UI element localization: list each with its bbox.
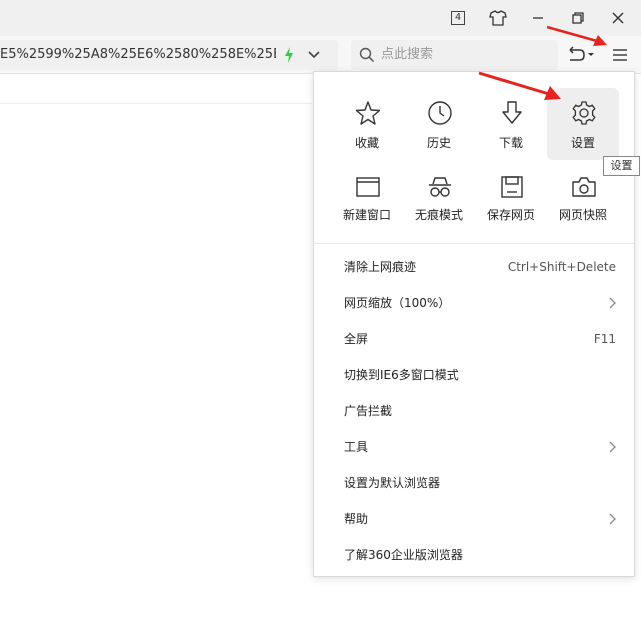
new-window-icon bbox=[356, 177, 380, 197]
menu-item-label: 设置为默认浏览器 bbox=[344, 476, 441, 490]
menu-favorites[interactable]: 收藏 bbox=[331, 88, 403, 160]
menu-item-zoom[interactable]: 网页缩放（100%） bbox=[314, 285, 634, 321]
undo-close-tab-button[interactable] bbox=[562, 42, 598, 68]
content-divider bbox=[0, 103, 312, 104]
close-button[interactable] bbox=[598, 0, 638, 36]
menu-item-label: 清除上网痕迹 bbox=[344, 260, 417, 274]
menu-item-label: 广告拦截 bbox=[344, 404, 393, 418]
star-icon bbox=[355, 101, 381, 125]
menu-item-set-default[interactable]: 设置为默认浏览器 bbox=[314, 465, 634, 501]
menu-divider bbox=[314, 243, 634, 244]
menu-item-label: 全屏 bbox=[344, 332, 369, 346]
chevron-right-icon bbox=[609, 441, 616, 453]
menu-item-ie6-mode[interactable]: 切换到IE6多窗口模式 bbox=[314, 357, 634, 393]
main-menu-panel: 收藏 历史 下载 设置 新建窗口 无痕模式 保存网页 网页快照 清除上网痕迹 C… bbox=[313, 71, 635, 577]
menu-favorites-label: 收藏 bbox=[354, 136, 379, 150]
menu-item-ad-block[interactable]: 广告拦截 bbox=[314, 393, 634, 429]
undo-icon bbox=[569, 46, 594, 61]
chevron-down-icon[interactable] bbox=[305, 47, 323, 63]
clock-icon bbox=[428, 101, 452, 125]
menu-item-about[interactable]: 了解360企业版浏览器 bbox=[314, 537, 634, 573]
menu-item-clear-history[interactable]: 清除上网痕迹 Ctrl+Shift+Delete bbox=[314, 249, 634, 285]
address-bar[interactable]: E5%2599%25A8%25E6%2580%258E%25E bbox=[0, 40, 338, 70]
settings-tooltip: 设置 bbox=[603, 156, 640, 176]
menu-history-label: 历史 bbox=[426, 136, 451, 150]
close-icon bbox=[612, 12, 624, 24]
menu-item-tools[interactable]: 工具 bbox=[314, 429, 634, 465]
menu-history[interactable]: 历史 bbox=[403, 88, 475, 160]
hamburger-icon bbox=[613, 49, 627, 61]
menu-download-label: 下载 bbox=[498, 136, 523, 150]
minimize-icon bbox=[533, 17, 543, 19]
address-text[interactable]: E5%2599%25A8%25E6%2580%258E%25E bbox=[0, 40, 276, 70]
menu-new-window-label: 新建窗口 bbox=[342, 208, 391, 222]
menu-save-page-label: 保存网页 bbox=[486, 208, 535, 222]
skin-button[interactable] bbox=[478, 0, 518, 36]
menu-item-label: 了解360企业版浏览器 bbox=[344, 548, 463, 562]
search-icon bbox=[359, 47, 375, 63]
restore-icon bbox=[572, 12, 584, 24]
menu-settings[interactable]: 设置 bbox=[547, 88, 619, 160]
menu-item-fullscreen[interactable]: 全屏 F11 bbox=[314, 321, 634, 357]
shirt-icon bbox=[489, 10, 507, 26]
menu-item-shortcut: Ctrl+Shift+Delete bbox=[507, 260, 616, 274]
menu-item-help[interactable]: 帮助 bbox=[314, 501, 634, 537]
restore-button[interactable] bbox=[558, 0, 598, 36]
camera-icon bbox=[572, 177, 596, 197]
title-bar: 4 bbox=[0, 0, 641, 36]
menu-incognito-label: 无痕模式 bbox=[414, 208, 463, 222]
menu-item-label: 帮助 bbox=[344, 512, 369, 526]
gear-icon bbox=[572, 101, 596, 125]
menu-item-label: 网页缩放（100%） bbox=[344, 296, 451, 310]
lightning-icon[interactable] bbox=[283, 46, 295, 64]
toolbar: E5%2599%25A8%25E6%2580%258E%25E 点此搜索 bbox=[0, 36, 641, 74]
tab-count-button[interactable]: 4 bbox=[438, 0, 478, 36]
minimize-button[interactable] bbox=[518, 0, 558, 36]
search-placeholder: 点此搜索 bbox=[381, 47, 434, 62]
search-box[interactable]: 点此搜索 bbox=[351, 40, 558, 70]
menu-new-window[interactable]: 新建窗口 bbox=[331, 162, 403, 234]
menu-item-label: 切换到IE6多窗口模式 bbox=[344, 368, 459, 382]
chevron-right-icon bbox=[609, 297, 616, 309]
tab-count-badge: 4 bbox=[451, 11, 465, 25]
menu-snapshot-label: 网页快照 bbox=[558, 208, 607, 222]
menu-item-label: 工具 bbox=[344, 440, 369, 454]
menu-save-page[interactable]: 保存网页 bbox=[475, 162, 547, 234]
main-menu-button[interactable] bbox=[604, 42, 636, 68]
menu-download[interactable]: 下载 bbox=[475, 88, 547, 160]
download-icon bbox=[502, 101, 522, 124]
save-icon bbox=[501, 176, 523, 198]
menu-incognito[interactable]: 无痕模式 bbox=[403, 162, 475, 234]
menu-settings-label: 设置 bbox=[570, 136, 595, 150]
menu-item-shortcut: F11 bbox=[593, 332, 616, 346]
incognito-icon bbox=[429, 177, 451, 197]
chevron-right-icon bbox=[609, 513, 616, 525]
